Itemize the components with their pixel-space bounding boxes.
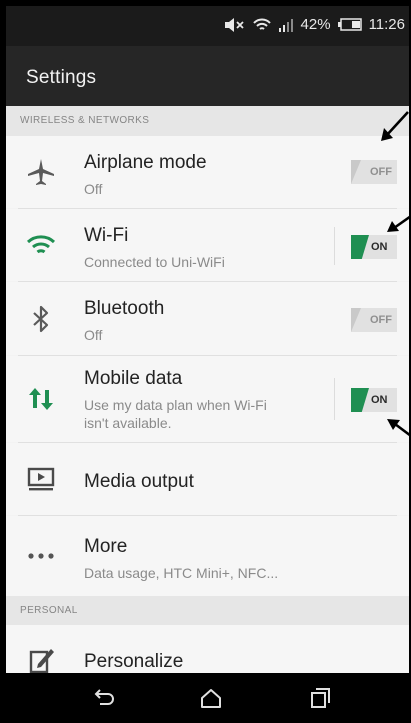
vertical-divider bbox=[334, 227, 335, 265]
annotation-arrow-icon bbox=[387, 419, 411, 438]
battery-percent: 42% bbox=[300, 16, 331, 33]
airplane-mode-summary: Off bbox=[84, 181, 103, 197]
mobile-data-title: Mobile data bbox=[84, 368, 183, 389]
bluetooth-toggle-label: OFF bbox=[370, 314, 392, 326]
back-icon[interactable] bbox=[90, 686, 118, 710]
setting-bluetooth[interactable]: Bluetooth Off OFF bbox=[6, 282, 409, 355]
setting-media-output[interactable]: Media output bbox=[6, 443, 409, 515]
airplane-icon bbox=[28, 159, 54, 185]
annotation-arrow-icon bbox=[381, 111, 409, 141]
mobile-data-toggle-label: ON bbox=[371, 394, 388, 406]
status-bar: 42% 11:26 bbox=[6, 6, 409, 46]
media-output-title: Media output bbox=[84, 471, 194, 492]
phone-frame: 42% 11:26 Settings WIRELESS & NETWORKS A… bbox=[0, 0, 411, 723]
setting-more[interactable]: More Data usage, HTC Mini+, NFC... bbox=[6, 516, 409, 596]
bluetooth-icon bbox=[33, 305, 49, 333]
mobile-data-summary-line1: Use my data plan when Wi-Fi bbox=[84, 397, 267, 413]
annotation-arrow-icon bbox=[387, 214, 411, 232]
wifi-summary: Connected to Uni-WiFi bbox=[84, 254, 225, 270]
status-time: 11:26 bbox=[368, 16, 405, 33]
vertical-divider bbox=[334, 378, 335, 420]
airplane-toggle-label: OFF bbox=[370, 166, 392, 178]
section-header-wireless: WIRELESS & NETWORKS bbox=[6, 106, 409, 136]
personalize-icon bbox=[29, 649, 54, 673]
bluetooth-title: Bluetooth bbox=[84, 298, 165, 319]
action-bar: Settings bbox=[6, 46, 409, 106]
mobile-data-icon bbox=[29, 388, 53, 410]
mobile-data-summary-line2: isn't available. bbox=[84, 415, 172, 431]
setting-airplane-mode[interactable]: Airplane mode Off OFF bbox=[6, 136, 409, 208]
mobile-data-toggle[interactable]: ON bbox=[351, 388, 397, 412]
bluetooth-toggle[interactable]: OFF bbox=[351, 308, 397, 332]
volume-mute-icon bbox=[224, 17, 244, 32]
media-output-icon bbox=[27, 467, 55, 491]
wifi-title: Wi-Fi bbox=[84, 225, 129, 246]
bluetooth-summary: Off bbox=[84, 327, 103, 343]
personalize-title: Personalize bbox=[84, 651, 184, 672]
signal-icon bbox=[278, 18, 293, 32]
wifi-icon bbox=[252, 18, 271, 30]
navigation-bar bbox=[0, 673, 411, 723]
battery-icon bbox=[337, 18, 362, 31]
more-dots-icon bbox=[28, 553, 54, 559]
page-title: Settings bbox=[26, 67, 97, 88]
home-icon[interactable] bbox=[197, 686, 225, 710]
setting-personalize[interactable]: Personalize bbox=[6, 625, 409, 673]
setting-wifi[interactable]: Wi-Fi Connected to Uni-WiFi ON bbox=[6, 209, 409, 281]
more-title: More bbox=[84, 536, 128, 557]
airplane-mode-toggle[interactable]: OFF bbox=[351, 160, 397, 184]
section-header-personal: PERSONAL bbox=[6, 596, 409, 625]
wifi-toggle-label: ON bbox=[371, 241, 388, 253]
wifi-icon bbox=[26, 235, 56, 254]
setting-mobile-data[interactable]: Mobile data Use my data plan when Wi-Fi … bbox=[6, 356, 409, 442]
settings-screen: 42% 11:26 Settings WIRELESS & NETWORKS A… bbox=[6, 6, 409, 673]
recents-icon[interactable] bbox=[306, 686, 334, 710]
wifi-toggle[interactable]: ON bbox=[351, 235, 397, 259]
more-summary: Data usage, HTC Mini+, NFC... bbox=[84, 565, 279, 581]
airplane-mode-title: Airplane mode bbox=[84, 152, 207, 173]
